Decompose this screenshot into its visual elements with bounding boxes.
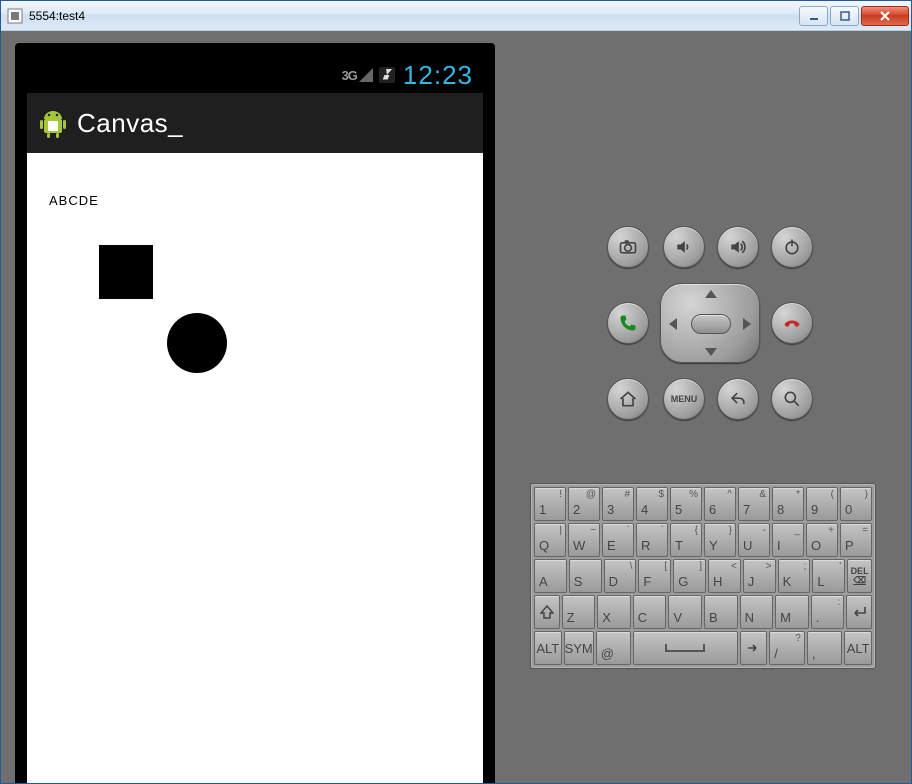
canvas-area[interactable]: ABCDE [27, 153, 483, 783]
dpad-down[interactable] [705, 348, 717, 356]
network-3g-icon: 3G [342, 68, 373, 83]
key-b[interactable]: B [704, 595, 738, 629]
key-v[interactable]: V [668, 595, 702, 629]
key-q[interactable]: Q| [534, 523, 566, 557]
key-n[interactable]: N [740, 595, 774, 629]
key-1[interactable]: 1! [534, 487, 566, 521]
canvas-black-circle [167, 313, 227, 373]
volume-up-button[interactable] [717, 226, 759, 268]
status-icons: 3G [342, 67, 395, 83]
key-x[interactable]: X [597, 595, 631, 629]
key-3[interactable]: 3# [602, 487, 634, 521]
emulator-side-panel: MENU 1!2@3#4$5%6^7&8*9(0) Q|W~E`R`T{Y}U-… [495, 43, 911, 783]
key-arrow[interactable] [740, 631, 768, 665]
key-2[interactable]: 2@ [568, 487, 600, 521]
key-9[interactable]: 9( [806, 487, 838, 521]
power-button[interactable] [771, 226, 813, 268]
key-i[interactable]: I_ [772, 523, 804, 557]
back-button[interactable] [717, 378, 759, 420]
volume-down-button[interactable] [663, 226, 705, 268]
canvas-text: ABCDE [49, 193, 99, 208]
key-slash[interactable]: /? [769, 631, 805, 665]
menu-button[interactable]: MENU [663, 378, 705, 420]
dpad-center[interactable] [691, 314, 731, 334]
app-icon [7, 8, 23, 24]
client-area: 3G 12:23 [1, 31, 911, 783]
key-alt-left[interactable]: ALT [534, 631, 562, 665]
key-4[interactable]: 4$ [636, 487, 668, 521]
maximize-button[interactable] [830, 6, 859, 26]
key-a[interactable]: A [534, 559, 567, 593]
key-,[interactable]: , [807, 631, 843, 665]
key-at[interactable]: @ [596, 631, 632, 665]
emulator-window: 5554:test4 3G [0, 0, 912, 784]
phone-screen: 3G 12:23 [27, 57, 483, 783]
key-l[interactable]: L' [812, 559, 845, 593]
key-5[interactable]: 5% [670, 487, 702, 521]
hardware-keyboard: 1!2@3#4$5%6^7&8*9(0) Q|W~E`R`T{Y}U-I_O+P… [530, 483, 876, 669]
key-8[interactable]: 8* [772, 487, 804, 521]
app-action-bar: Canvas_ [27, 93, 483, 153]
key-o[interactable]: O+ [806, 523, 838, 557]
key-y[interactable]: Y} [704, 523, 736, 557]
key-w[interactable]: W~ [568, 523, 600, 557]
key-f[interactable]: F[ [638, 559, 671, 593]
app-title: Canvas_ [77, 108, 183, 139]
dpad-up[interactable] [705, 290, 717, 298]
key-k[interactable]: K; [778, 559, 811, 593]
key-0[interactable]: 0) [840, 487, 872, 521]
window-controls [797, 6, 909, 26]
key-.[interactable]: .: [811, 595, 845, 629]
key-z[interactable]: Z [562, 595, 596, 629]
key-e[interactable]: E` [602, 523, 634, 557]
key-t[interactable]: T{ [670, 523, 702, 557]
key-u[interactable]: U- [738, 523, 770, 557]
key-7[interactable]: 7& [738, 487, 770, 521]
key-g[interactable]: G] [673, 559, 706, 593]
key-shift[interactable] [534, 595, 560, 629]
key-6[interactable]: 6^ [704, 487, 736, 521]
search-button[interactable] [771, 378, 813, 420]
key-r[interactable]: R` [636, 523, 668, 557]
end-call-button[interactable] [771, 302, 813, 344]
hardware-buttons: MENU [548, 223, 858, 423]
home-button[interactable] [607, 378, 649, 420]
call-button[interactable] [607, 302, 649, 344]
android-robot-icon [39, 107, 67, 139]
minimize-button[interactable] [799, 6, 828, 26]
key-p[interactable]: P= [840, 523, 872, 557]
key-h[interactable]: H< [708, 559, 741, 593]
status-time: 12:23 [403, 60, 473, 91]
phone-shell: 3G 12:23 [15, 43, 495, 783]
key-delete[interactable]: DEL⌫ [847, 559, 872, 593]
close-button[interactable] [861, 6, 909, 26]
key-m[interactable]: M [775, 595, 809, 629]
android-status-bar: 3G 12:23 [27, 57, 483, 93]
key-c[interactable]: C [633, 595, 667, 629]
key-enter[interactable] [846, 595, 872, 629]
charging-icon [379, 67, 395, 83]
key-alt-right[interactable]: ALT [844, 631, 872, 665]
titlebar: 5554:test4 [1, 1, 911, 31]
window-title: 5554:test4 [29, 9, 797, 23]
key-d[interactable]: D\ [604, 559, 637, 593]
dpad-left[interactable] [669, 318, 677, 330]
key-j[interactable]: J> [743, 559, 776, 593]
key-sym[interactable]: SYM [564, 631, 594, 665]
camera-button[interactable] [607, 226, 649, 268]
key-s[interactable]: S [569, 559, 602, 593]
canvas-black-square [99, 245, 153, 299]
dpad [660, 283, 760, 363]
dpad-right[interactable] [743, 318, 751, 330]
key-space[interactable] [633, 631, 737, 665]
menu-label: MENU [671, 394, 698, 404]
